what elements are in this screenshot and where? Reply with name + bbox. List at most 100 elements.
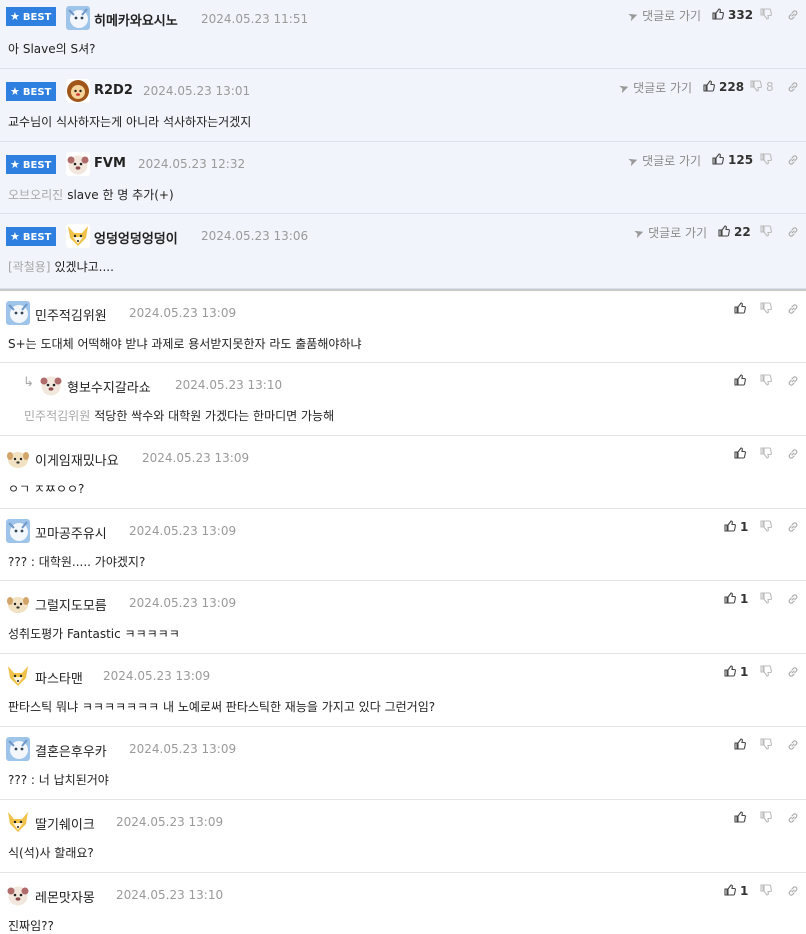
reply-comment: ↳ 형보수지갈라쇼 2024.05.23 13:10 민주적김위원 적당한 싹수와… xyxy=(0,363,806,436)
comment-date: 2024.05.23 12:32 xyxy=(138,157,246,171)
dislike-button[interactable] xyxy=(760,302,772,316)
like-button[interactable] xyxy=(734,738,746,752)
thumb-up-icon xyxy=(712,153,724,165)
link-icon[interactable] xyxy=(787,226,799,238)
like-button[interactable]: 1 xyxy=(724,592,748,606)
goto-comment-link[interactable]: ➤ 댓글로 가기 xyxy=(626,152,701,170)
like-button[interactable]: 332 xyxy=(712,8,753,22)
like-count: 1 xyxy=(740,592,749,606)
comment-text: 오브오리진 slave 한 명 추가(+) xyxy=(8,188,174,202)
goto-comment-link[interactable]: ➤ 댓글로 가기 xyxy=(632,224,707,242)
like-count: 1 xyxy=(740,884,749,898)
dislike-count: 8 xyxy=(766,80,774,94)
nickname[interactable]: 엉덩엉덩엉덩이 xyxy=(94,228,178,247)
avatar[interactable] xyxy=(66,152,90,176)
nickname[interactable]: 히메카와요시노 xyxy=(94,10,178,29)
comment-text: 진짜임?? xyxy=(8,919,54,933)
avatar[interactable] xyxy=(6,883,30,907)
comment: 이게임재밌나요 2024.05.23 13:09 ㅇㄱ ㅈㅉㅇㅇ? xyxy=(0,436,806,509)
nickname[interactable]: 이게임재밌나요 xyxy=(35,450,119,469)
comment-text: 성취도평가 Fantastic ㅋㅋㅋㅋㅋ xyxy=(8,627,180,641)
best-badge: ★ BEST xyxy=(6,227,56,246)
comment-date: 2024.05.23 13:06 xyxy=(201,229,309,243)
nickname[interactable]: 결혼은후우카 xyxy=(35,741,107,760)
link-icon[interactable] xyxy=(787,448,799,460)
comment: 결혼은후우카 2024.05.23 13:09 ??? : 너 납치된거야 xyxy=(0,727,806,800)
avatar[interactable] xyxy=(66,224,90,248)
comment-text: 판타스틱 뭐냐 ㅋㅋㅋㅋㅋㅋㅋ 내 노예로써 판타스틱한 재능을 가지고 있다 … xyxy=(8,700,436,714)
thumb-down-icon xyxy=(760,302,772,314)
avatar[interactable] xyxy=(6,446,30,470)
dislike-button[interactable] xyxy=(760,374,772,388)
like-button[interactable]: 228 xyxy=(703,80,744,94)
avatar[interactable] xyxy=(6,591,30,615)
avatar[interactable] xyxy=(6,664,30,688)
link-icon[interactable] xyxy=(787,812,799,824)
link-icon[interactable] xyxy=(787,9,799,21)
link-icon[interactable] xyxy=(787,303,799,315)
dislike-button[interactable] xyxy=(760,811,772,825)
avatar[interactable] xyxy=(6,519,30,543)
star-icon: ★ xyxy=(10,10,20,23)
dislike-button[interactable] xyxy=(760,225,772,239)
link-icon[interactable] xyxy=(787,81,799,93)
link-icon[interactable] xyxy=(787,375,799,387)
avatar[interactable] xyxy=(6,301,30,325)
dislike-button[interactable] xyxy=(760,8,772,22)
link-icon[interactable] xyxy=(787,521,799,533)
link-icon[interactable] xyxy=(787,739,799,751)
nickname[interactable]: 형보수지갈라쇼 xyxy=(67,377,151,396)
thumb-down-icon xyxy=(760,8,772,20)
link-icon[interactable] xyxy=(787,154,799,166)
dislike-button[interactable]: 8 xyxy=(750,80,774,94)
comment-date: 2024.05.23 13:09 xyxy=(129,742,237,756)
nickname[interactable]: 그럴지도모름 xyxy=(35,595,107,614)
avatar[interactable] xyxy=(66,79,90,103)
nickname[interactable]: 꼬마공주유시 xyxy=(35,523,107,542)
dislike-button[interactable] xyxy=(760,738,772,752)
nickname[interactable]: R2D2 xyxy=(94,83,133,98)
comment-date: 2024.05.23 13:09 xyxy=(129,306,237,320)
avatar[interactable] xyxy=(66,6,90,30)
thumb-down-icon xyxy=(750,80,762,92)
thumb-up-icon xyxy=(734,811,746,823)
comment: 민주적김위원 2024.05.23 13:09 S+는 도대체 어떡해야 받냐 … xyxy=(0,289,806,363)
nickname[interactable]: 파스타맨 xyxy=(35,668,83,687)
avatar[interactable] xyxy=(39,373,63,397)
goto-comment-link[interactable]: ➤ 댓글로 가기 xyxy=(617,79,692,97)
comment-text: 아 Slave의 S셔? xyxy=(8,42,96,56)
dislike-button[interactable] xyxy=(760,884,772,898)
thumb-up-icon xyxy=(724,520,736,532)
link-icon[interactable] xyxy=(787,666,799,678)
star-icon: ★ xyxy=(10,230,20,243)
like-button[interactable] xyxy=(734,811,746,825)
link-icon[interactable] xyxy=(787,885,799,897)
thumb-down-icon xyxy=(760,520,772,532)
dislike-button[interactable] xyxy=(760,447,772,461)
comment: 파스타맨 2024.05.23 13:09 1 판타스틱 뭐냐 ㅋㅋㅋㅋㅋㅋㅋ … xyxy=(0,654,806,727)
like-button[interactable]: 1 xyxy=(724,665,748,679)
dislike-button[interactable] xyxy=(760,665,772,679)
like-button[interactable] xyxy=(734,447,746,461)
nickname[interactable]: 민주적김위원 xyxy=(35,305,107,324)
like-button[interactable]: 1 xyxy=(724,520,748,534)
nickname[interactable]: 레몬맛자몽 xyxy=(35,887,95,906)
dislike-button[interactable] xyxy=(760,153,772,167)
nickname[interactable]: 딸기쉐이크 xyxy=(35,814,95,833)
avatar[interactable] xyxy=(6,737,30,761)
like-button[interactable] xyxy=(734,302,746,316)
goto-comment-link[interactable]: ➤ 댓글로 가기 xyxy=(626,7,701,25)
dislike-button[interactable] xyxy=(760,592,772,606)
link-icon[interactable] xyxy=(787,593,799,605)
like-button[interactable]: 125 xyxy=(712,153,753,167)
like-button[interactable]: 22 xyxy=(718,225,751,239)
like-count: 125 xyxy=(728,153,754,167)
like-button[interactable]: 1 xyxy=(724,884,748,898)
avatar[interactable] xyxy=(6,810,30,834)
thumb-up-icon xyxy=(734,302,746,314)
nickname[interactable]: FVM xyxy=(94,156,126,171)
dislike-button[interactable] xyxy=(760,520,772,534)
comment-date: 2024.05.23 13:09 xyxy=(129,596,237,610)
like-button[interactable] xyxy=(734,374,746,388)
like-count: 1 xyxy=(740,520,749,534)
